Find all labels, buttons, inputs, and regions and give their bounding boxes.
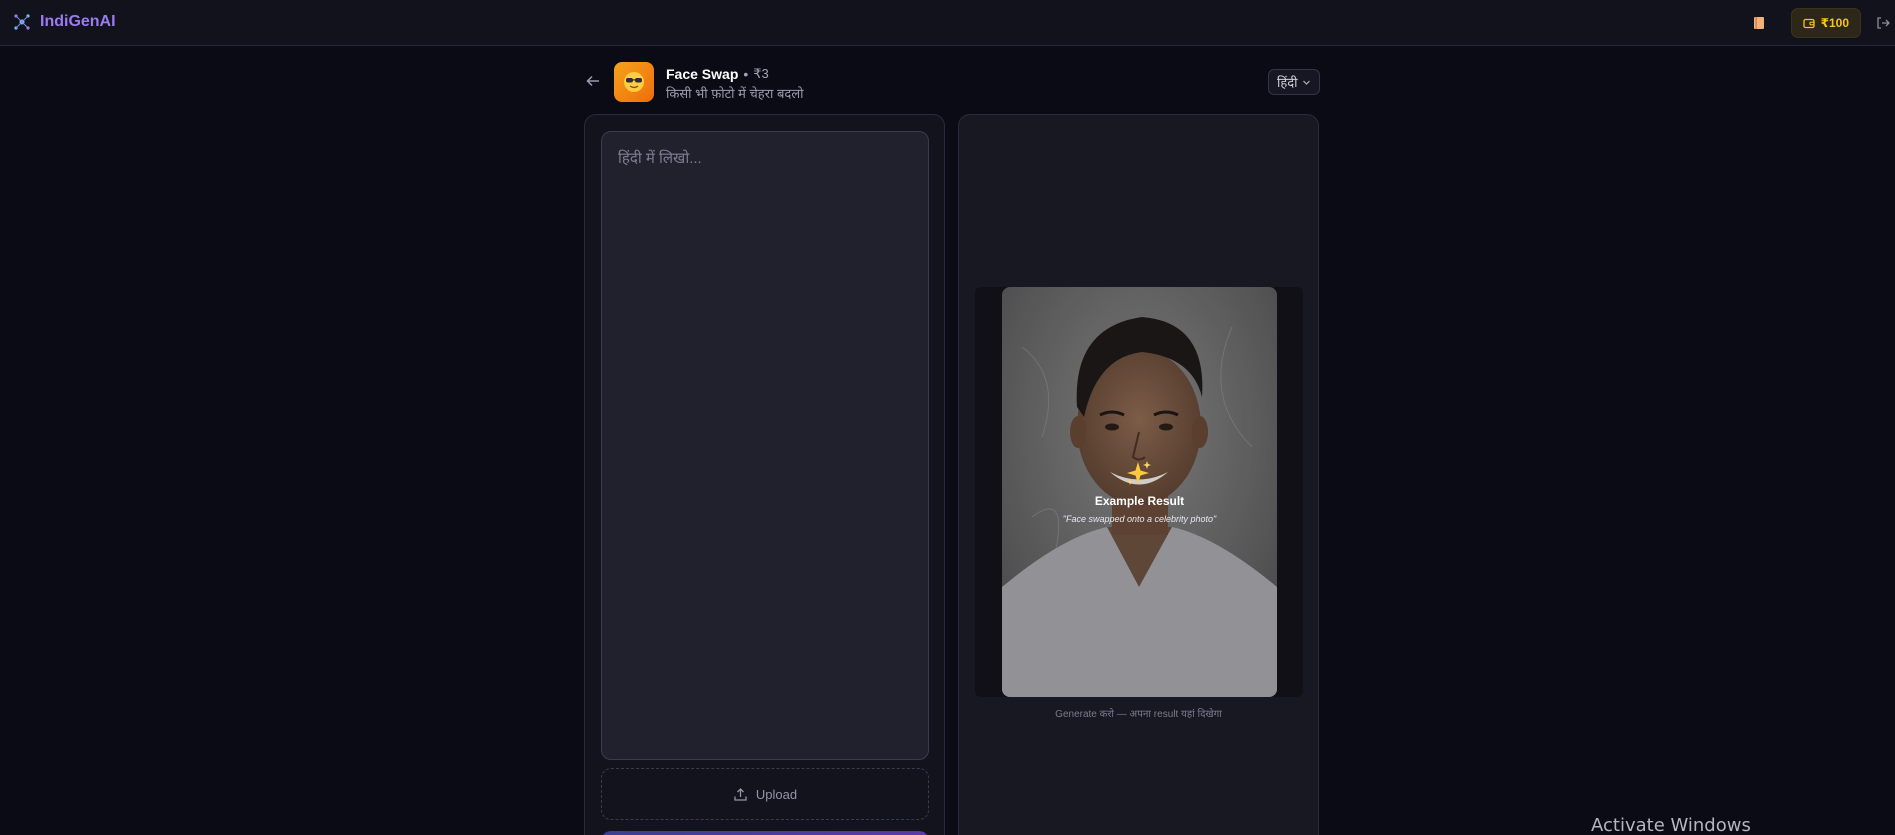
brand-name: IndiGenAI [40,13,116,30]
tool-icon [614,62,654,102]
sparkle-grid-icon [14,14,30,30]
language-select[interactable]: हिंदी [1268,69,1320,95]
result-hint: Generate करो — अपना result यहां दिखेगा [1055,709,1222,720]
book-icon[interactable] [1753,16,1765,30]
upload-label: Upload [755,786,798,802]
example-portrait-image [1002,287,1277,697]
top-navbar: IndiGenAI ₹100 [0,0,1895,46]
upload-button[interactable]: Upload [601,768,929,820]
tool-price: ₹3 [753,66,769,81]
wallet-balance-button[interactable]: ₹100 [1790,8,1861,38]
prompt-input[interactable] [601,131,929,760]
brand-link[interactable]: IndiGenAI [12,12,116,32]
example-result-caption: "Face swapped onto a celebrity photo" [1062,514,1217,524]
tool-title-row: Face Swap • ₹3 [666,66,769,82]
example-photo [1002,287,1277,697]
activate-windows-watermark: Activate Windows [1591,815,1751,835]
tool-title: Face Swap [666,66,739,82]
chevron-down-icon [1302,80,1310,85]
tool-subtitle: किसी भी फ़ोटो में चेहरा बदलो [666,86,804,101]
title-separator: • [743,66,749,82]
sparkle-icon [1127,461,1151,485]
generate-button[interactable] [601,831,929,835]
logout-icon[interactable] [1875,15,1891,31]
wallet-icon [1802,18,1815,29]
top-actions: ₹100 [1753,7,1895,39]
upload-icon [734,787,747,801]
face-with-sunglasses-icon [624,72,644,92]
example-result-title: Example Result [1094,494,1185,508]
wallet-balance: ₹100 [1820,16,1849,30]
language-value: हिंदी [1277,75,1298,90]
back-arrow-icon[interactable] [585,73,601,89]
